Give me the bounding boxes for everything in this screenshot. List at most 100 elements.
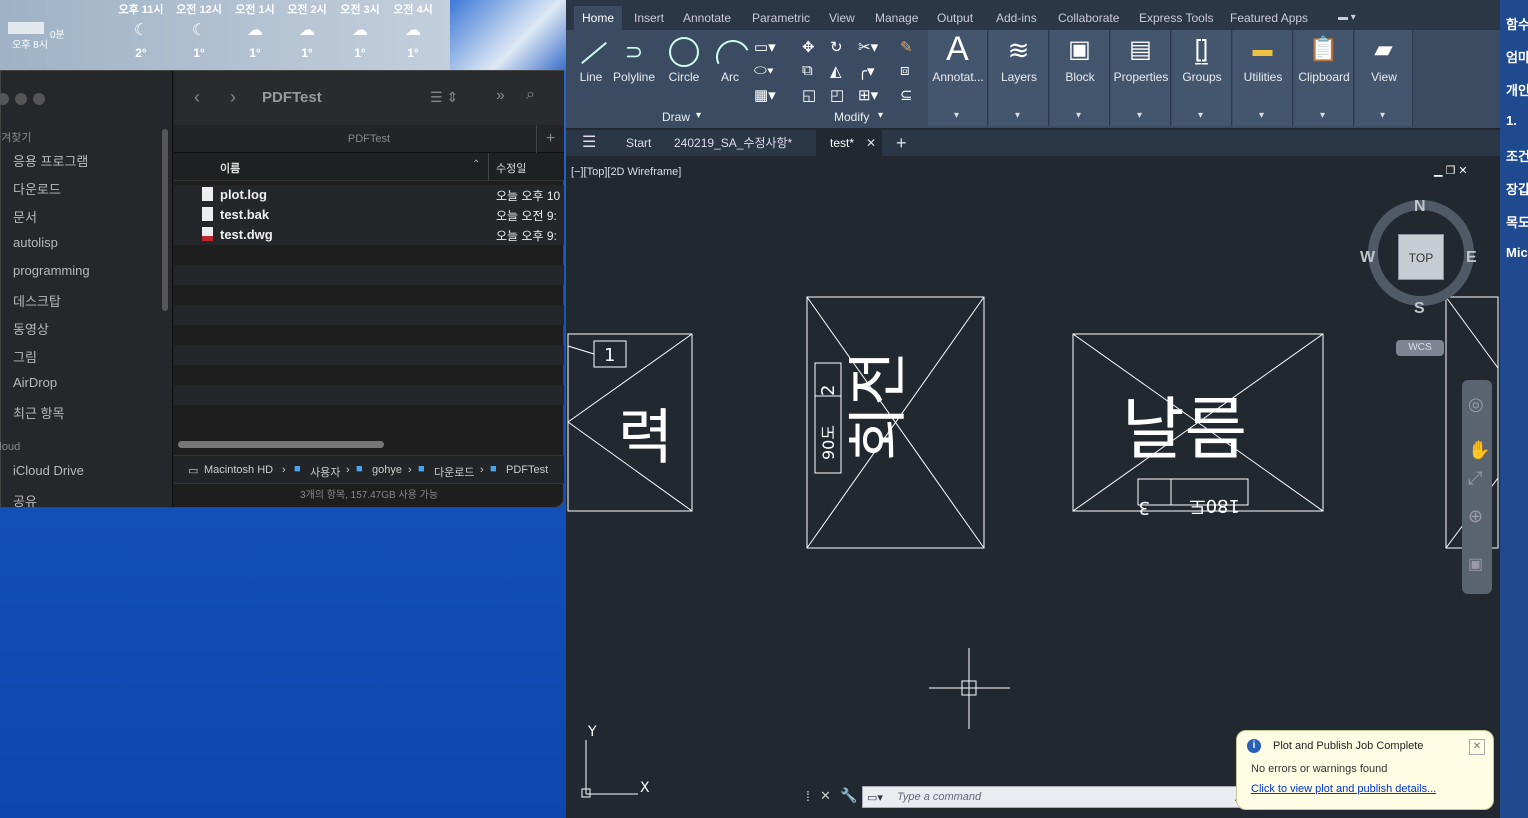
trim-icon[interactable]: ✂▾ [858,38,878,56]
orbit-icon[interactable]: ⊕ [1468,506,1483,527]
sidebar-item[interactable]: 동영상 [13,319,49,338]
doc-tab-start[interactable]: Start [626,130,651,156]
line-button[interactable]: Line [572,34,610,84]
chevron-down-icon[interactable]: ▾ [696,110,701,121]
path-item[interactable]: gohye [372,464,402,476]
erase-icon[interactable]: ✎ [900,38,913,56]
notification-balloon[interactable]: i Plot and Publish Job Complete ✕ No err… [1236,730,1494,810]
command-grip-icon[interactable]: ⁞ [806,788,810,804]
tab-home[interactable]: Home [574,6,622,30]
tab-featured-apps[interactable]: Featured Apps [1230,6,1308,30]
more-icon[interactable]: » [496,87,505,105]
back-icon[interactable]: ‹ [194,87,200,108]
right-strip-item[interactable]: 조건 [1506,146,1528,165]
tab-view[interactable]: View [829,6,855,30]
tab-collaborate[interactable]: Collaborate [1058,6,1119,30]
copy-icon[interactable]: ⧉ [802,62,813,79]
tab-parametric[interactable]: Parametric [752,6,810,30]
explode-icon[interactable]: ⧈ [900,62,910,79]
rotate-icon[interactable]: ↻ [830,38,843,56]
sidebar-item[interactable]: 공유 [13,491,37,510]
offset-icon[interactable]: ⊆ [900,86,913,104]
close-icon[interactable]: ✕ [1469,739,1485,755]
hamburger-icon[interactable]: ☰ [582,130,596,156]
sidebar-item[interactable]: 데스크탑 [13,291,61,310]
zoom-button[interactable] [33,93,45,105]
wcs-dropdown[interactable]: WCS [1396,340,1444,356]
viewcube-top[interactable]: TOP [1398,234,1444,280]
ribbon-minimize-icon[interactable]: ▬ ▾ [1338,6,1356,30]
groups-button[interactable]: ⦋⦌ Groups ▾ [1172,30,1232,126]
move-icon[interactable]: ✥ [802,38,815,56]
search-icon[interactable]: ⌕ [526,86,535,104]
chevron-down-icon[interactable]: ▾ [878,110,883,121]
sidebar-item[interactable]: 응용 프로그램 [13,151,88,170]
tab-addins[interactable]: Add-ins [996,6,1037,30]
sidebar-item[interactable]: 다운로드 [13,179,61,198]
view-options-icon[interactable]: ☰ ⇕ [430,89,458,106]
horizontal-scrollbar[interactable] [178,441,384,448]
add-tab-icon[interactable]: + [536,125,564,153]
tab-manage[interactable]: Manage [875,6,918,30]
minimize-button[interactable] [15,93,27,105]
mirror-icon[interactable]: ◭ [830,62,842,80]
modify-panel-label[interactable]: Modify [834,110,869,124]
tab-annotate[interactable]: Annotate [683,6,731,30]
showmotion-icon[interactable]: ▣ [1468,554,1483,574]
right-strip-item[interactable]: Mic [1506,245,1528,260]
polyline-button[interactable]: ⊃ Polyline [612,34,656,84]
sidebar-item[interactable]: AirDrop [13,375,57,390]
steering-wheel-icon[interactable]: ◎ [1468,394,1484,415]
compass-w[interactable]: W [1360,249,1375,267]
path-item[interactable]: 다운로드 [434,464,474,480]
new-tab-icon[interactable]: + [896,130,907,156]
view-button[interactable]: ▰ View ▾ [1355,30,1413,126]
command-input[interactable]: Type a command [897,791,981,803]
ellipse-icon[interactable]: ⬭▾ [754,62,774,79]
path-item[interactable]: Macintosh HD [204,464,273,476]
tab-express-tools[interactable]: Express Tools [1139,6,1213,30]
sidebar-scrollbar[interactable] [162,129,168,311]
tab-insert[interactable]: Insert [634,6,664,30]
sidebar-item[interactable]: 최근 항목 [13,403,64,422]
clipboard-button[interactable]: 📋 Clipboard ▾ [1294,30,1354,126]
command-prompt-icon[interactable]: ▭▾ [867,791,883,804]
layers-button[interactable]: ≋ Layers ▾ [989,30,1049,126]
right-strip-item[interactable]: 엄마 [1506,47,1528,66]
draw-panel-label[interactable]: Draw [662,110,690,124]
sidebar-item[interactable]: iCloud Drive [13,463,84,478]
file-row[interactable]: test.bak 오늘 오전 9: [174,205,564,225]
block-button[interactable]: ▣ Block ▾ [1050,30,1110,126]
col-name[interactable]: 이름 [220,160,240,176]
fillet-icon[interactable]: ╭▾ [858,62,875,80]
close-icon[interactable]: ✕ [866,130,876,156]
right-strip-item[interactable]: 1. [1506,113,1517,128]
right-strip-item[interactable]: 목도 [1506,212,1528,231]
sidebar-item[interactable]: autolisp [13,235,58,250]
circle-button[interactable]: Circle [662,34,706,84]
right-strip-item[interactable]: 개인 [1506,80,1528,99]
right-strip-item[interactable]: 함수 [1506,14,1528,33]
annotation-button[interactable]: A Annotat... ▾ [928,30,988,126]
utilities-button[interactable]: ▬ Utilities ▾ [1233,30,1293,126]
command-line[interactable]: ▭▾ Type a command ▴ [862,786,1250,808]
properties-button[interactable]: ▤ Properties ▾ [1111,30,1171,126]
stretch-icon[interactable]: ◱ [802,86,816,104]
array-icon[interactable]: ⊞▾ [858,86,878,104]
sidebar-item[interactable]: programming [13,263,90,278]
compass-s[interactable]: S [1414,300,1425,318]
close-button[interactable] [0,93,9,105]
tab-output[interactable]: Output [937,6,973,30]
right-strip-item[interactable]: 장갑 [1506,179,1528,198]
close-command-icon[interactable]: ✕ [820,788,831,804]
compass-e[interactable]: E [1466,249,1477,267]
hatch-icon[interactable]: ▦▾ [754,86,776,104]
sort-chevron-icon[interactable]: ⌃ [472,159,480,170]
rectangle-icon[interactable]: ▭▾ [754,38,776,56]
notification-link[interactable]: Click to view plot and publish details..… [1251,783,1436,795]
path-item[interactable]: 사용자 [310,464,340,480]
path-item[interactable]: PDFTest [506,464,548,476]
doc-tab[interactable]: 240219_SA_수정사항* [674,130,792,156]
pan-icon[interactable]: ✋ [1468,440,1490,461]
forward-icon[interactable]: › [230,87,236,108]
